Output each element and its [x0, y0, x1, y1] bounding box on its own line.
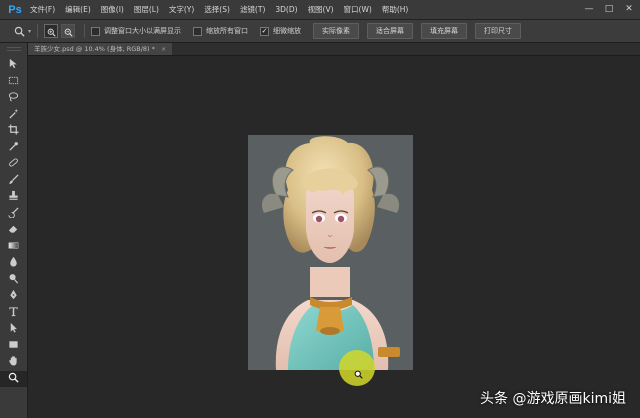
history-brush-tool[interactable]: [0, 206, 27, 223]
checkbox-box-checked[interactable]: ✓: [260, 26, 270, 36]
path-selection-tool[interactable]: [0, 321, 27, 338]
move-tool[interactable]: [0, 57, 27, 74]
menu-view[interactable]: 视图(V): [308, 4, 334, 15]
healing-brush-icon: [8, 157, 19, 171]
marquee-icon: [8, 75, 19, 89]
menu-type[interactable]: 文字(Y): [169, 4, 194, 15]
maximize-button[interactable]: □: [604, 3, 614, 15]
zoom-icon: [8, 372, 19, 386]
healing-brush-tool[interactable]: [0, 156, 27, 173]
pen-icon: [8, 289, 19, 303]
eraser-tool[interactable]: [0, 222, 27, 239]
zoom-out-button[interactable]: [61, 22, 76, 41]
fit-screen-button[interactable]: 适合屏幕: [367, 23, 414, 39]
path-selection-icon: [8, 322, 19, 336]
crop-icon: [8, 124, 19, 138]
lasso-icon: [8, 91, 19, 105]
menu-3d[interactable]: 3D(D): [275, 5, 297, 14]
type-tool[interactable]: [0, 305, 27, 322]
checkbox-box[interactable]: [91, 26, 101, 36]
lasso-tool[interactable]: [0, 90, 27, 107]
window-controls: — □ ✕: [584, 3, 634, 15]
eraser-icon: [8, 223, 19, 237]
zoom-all-windows-checkbox[interactable]: 缩放所有窗口: [193, 26, 248, 36]
magic-wand-icon: [8, 108, 19, 122]
dodge-icon: [8, 273, 19, 287]
print-size-button[interactable]: 打印尺寸: [475, 23, 522, 39]
pen-tool[interactable]: [0, 288, 27, 305]
tool-preset-picker[interactable]: ▾: [14, 22, 31, 41]
chevron-down-icon: ▾: [28, 27, 32, 35]
brush-icon: [8, 174, 19, 188]
marquee-tool[interactable]: [0, 74, 27, 91]
brush-tool[interactable]: [0, 173, 27, 190]
menu-help[interactable]: 帮助(H): [382, 4, 409, 15]
options-bar: ▾ 调整窗口大小以满屏显示 缩放所有窗口 ✓ 细微缩放 实际像素 适合屏幕 填充…: [0, 20, 640, 43]
photoshop-logo: Ps: [8, 3, 22, 16]
minimize-button[interactable]: —: [584, 3, 594, 15]
watermark-text: 头条 @游戏原画kimi姐: [480, 391, 626, 407]
clone-stamp-icon: [8, 190, 19, 204]
close-button[interactable]: ✕: [624, 3, 634, 15]
menu-filter[interactable]: 滤镜(T): [240, 4, 265, 15]
menu-window[interactable]: 窗口(W): [344, 4, 372, 15]
fill-screen-button[interactable]: 填充屏幕: [421, 23, 468, 39]
zoom-tool[interactable]: [0, 370, 27, 387]
checkbox-label: 细微缩放: [273, 27, 302, 35]
menu-layer[interactable]: 图层(L): [134, 4, 159, 15]
zoom-out-icon: [64, 22, 73, 41]
hand-icon: [8, 355, 19, 369]
history-brush-icon: [8, 207, 19, 221]
document-tab-bar: 羊族少女.psd @ 10.4% (身体, RGB/8) * ×: [28, 43, 640, 56]
zoom-cursor-icon: [354, 364, 363, 379]
tools-panel: [0, 43, 28, 418]
eyedropper-tool[interactable]: [0, 140, 27, 157]
crop-tool[interactable]: [0, 123, 27, 140]
gradient-tool[interactable]: [0, 239, 27, 256]
gradient-icon: [8, 240, 19, 254]
checkbox-box[interactable]: [193, 26, 203, 36]
menu-image[interactable]: 图像(I): [101, 4, 124, 15]
rectangle-tool[interactable]: [0, 338, 27, 355]
blur-icon: [8, 256, 19, 270]
dodge-tool[interactable]: [0, 272, 27, 289]
zoom-in-icon: [47, 22, 56, 41]
character-illustration: [248, 135, 413, 370]
close-icon[interactable]: ×: [161, 45, 166, 53]
zoom-in-button[interactable]: [44, 22, 59, 41]
document-canvas[interactable]: [248, 135, 413, 370]
divider: [84, 24, 86, 38]
document-tab-title: 羊族少女.psd @ 10.4% (身体, RGB/8) *: [34, 45, 155, 53]
clone-stamp-tool[interactable]: [0, 189, 27, 206]
hand-tool[interactable]: [0, 354, 27, 371]
rectangle-icon: [8, 339, 19, 353]
type-icon: [8, 306, 19, 320]
document-tab[interactable]: 羊族少女.psd @ 10.4% (身体, RGB/8) * ×: [28, 43, 173, 55]
menu-edit[interactable]: 编辑(E): [65, 4, 91, 15]
checkbox-label: 调整窗口大小以满屏显示: [104, 27, 182, 35]
actual-pixels-button[interactable]: 实际像素: [313, 23, 360, 39]
panel-grip[interactable]: [6, 47, 21, 51]
divider: [37, 24, 39, 38]
magic-wand-tool[interactable]: [0, 107, 27, 124]
zoom-icon: [14, 22, 25, 41]
blur-tool[interactable]: [0, 255, 27, 272]
resize-windows-checkbox[interactable]: 调整窗口大小以满屏显示: [91, 26, 181, 36]
menu-select[interactable]: 选择(S): [204, 4, 230, 15]
move-icon: [8, 58, 19, 72]
menu-bar: Ps 文件(F) 编辑(E) 图像(I) 图层(L) 文字(Y) 选择(S) 滤…: [0, 0, 640, 20]
menu-file[interactable]: 文件(F): [30, 4, 55, 15]
checkbox-label: 缩放所有窗口: [206, 27, 249, 35]
eyedropper-icon: [8, 141, 19, 155]
scrubby-zoom-checkbox[interactable]: ✓ 细微缩放: [260, 26, 301, 36]
